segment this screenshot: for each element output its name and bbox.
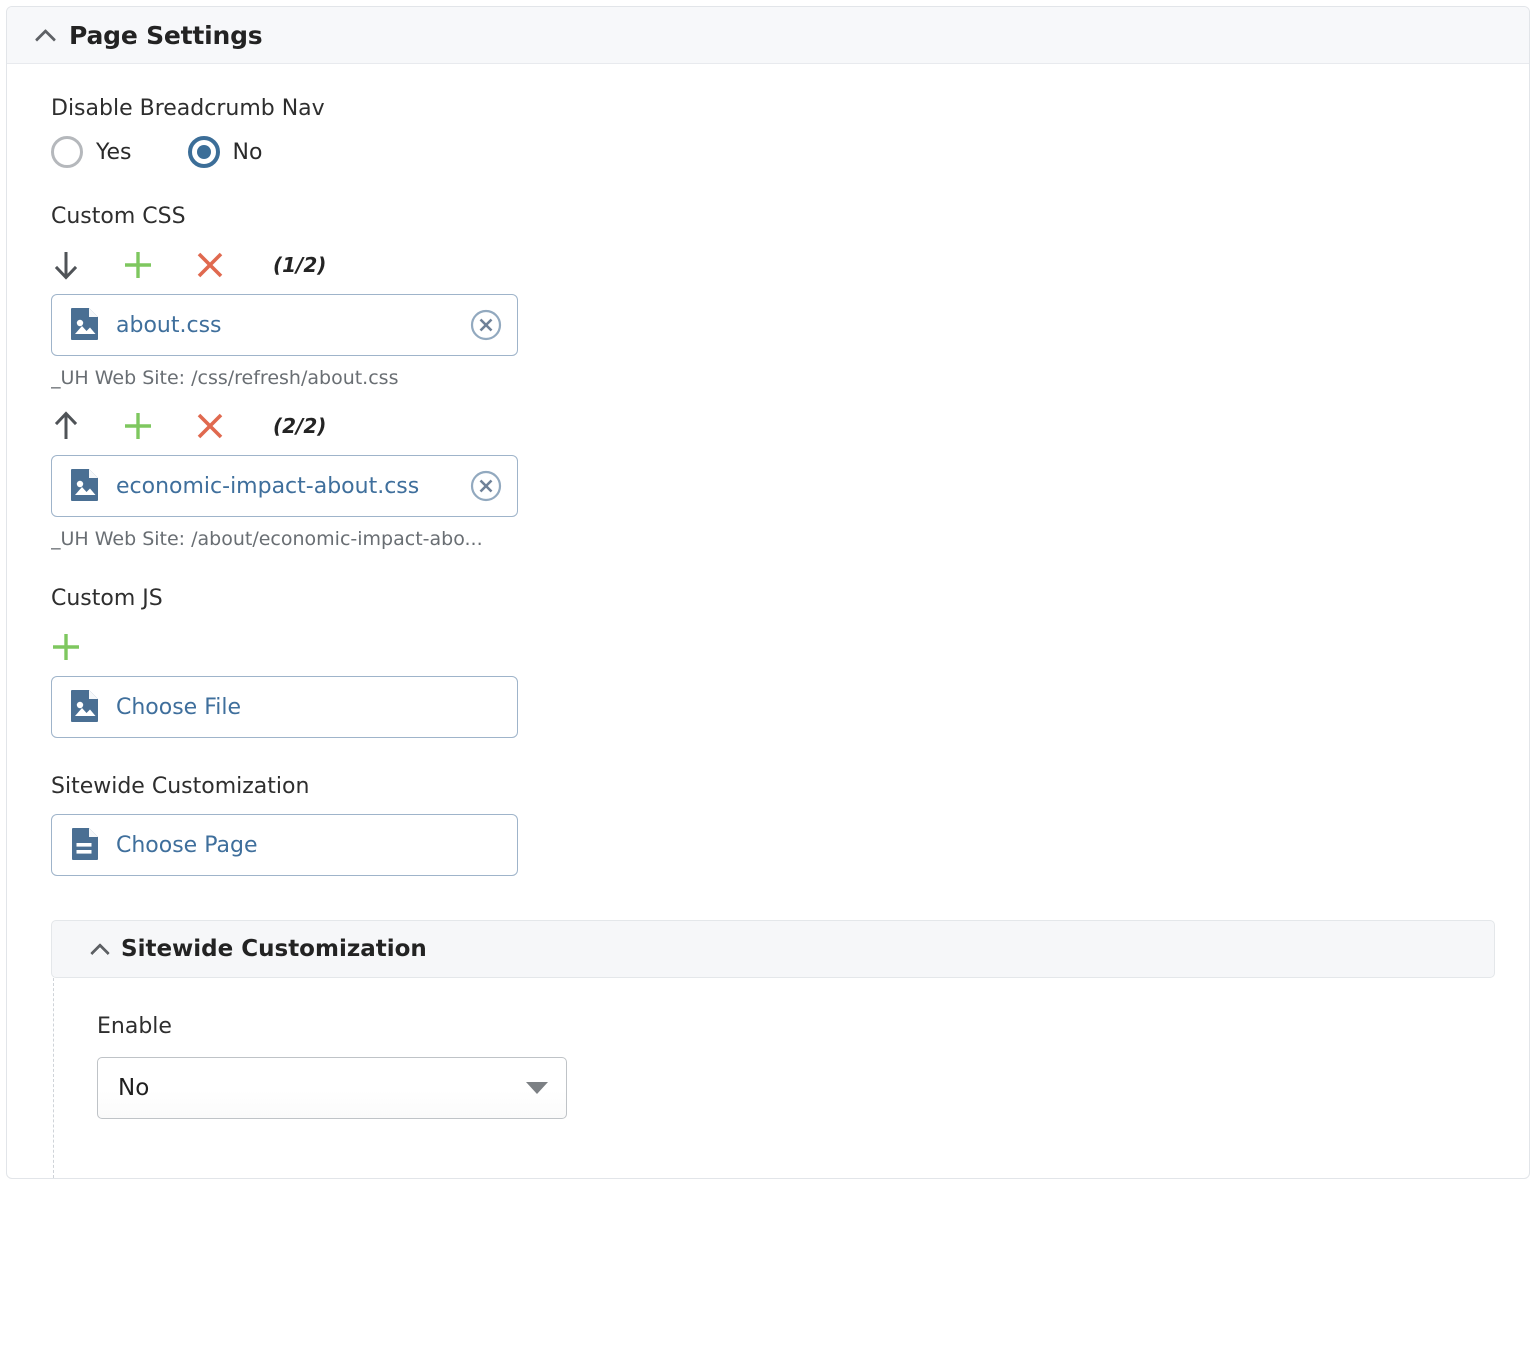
x-icon[interactable]: [195, 244, 241, 286]
plus-icon[interactable]: [51, 626, 97, 668]
arrow-up-icon[interactable]: [51, 405, 97, 447]
page-settings-header[interactable]: Page Settings: [7, 7, 1529, 64]
custom-js-choose-file-button[interactable]: Choose File: [51, 676, 518, 738]
sitewide-customization-panel: Sitewide Customization Enable No: [51, 920, 1495, 1178]
custom-css-field: Custom CSS (1/2) about.css _UH Web Site:…: [7, 206, 1529, 550]
disable-breadcrumb-nav-field: Disable Breadcrumb Nav Yes No: [7, 98, 1529, 168]
page-settings-body: Disable Breadcrumb Nav Yes No Custom CSS: [7, 64, 1529, 1178]
custom-css-help-2: _UH Web Site: /about/economic-impact-abo…: [51, 528, 483, 550]
custom-js-field: Custom JS Choose File: [7, 588, 1529, 738]
custom-css-file-name-2: economic-impact-about.css: [116, 473, 420, 499]
disable-breadcrumb-nav-label: Disable Breadcrumb Nav: [51, 96, 325, 121]
radio-yes-label: Yes: [96, 139, 132, 165]
radio-yes[interactable]: [51, 136, 83, 168]
custom-css-actions-1: (1/2): [51, 244, 1529, 286]
chevron-up-icon[interactable]: [90, 939, 110, 959]
enable-label: Enable: [97, 1014, 172, 1039]
custom-css-help-1: _UH Web Site: /css/refresh/about.css: [51, 367, 399, 389]
sitewide-customization-panel-body: Enable No: [53, 978, 1495, 1178]
plus-icon[interactable]: [123, 244, 169, 286]
sitewide-customization-panel-title: Sitewide Customization: [121, 936, 427, 962]
caret-down-icon[interactable]: [526, 1082, 548, 1094]
choose-page-button[interactable]: Choose Page: [51, 814, 518, 876]
radio-option-yes[interactable]: Yes: [51, 136, 132, 168]
radio-option-no[interactable]: No: [187, 136, 263, 168]
custom-css-file-name-1: about.css: [116, 312, 222, 338]
arrow-down-icon[interactable]: [51, 244, 97, 286]
custom-css-label: Custom CSS: [51, 204, 186, 229]
custom-css-counter-2: (2/2): [273, 414, 327, 438]
sitewide-customization-panel-header[interactable]: Sitewide Customization: [51, 920, 1495, 978]
radio-no-label: No: [232, 139, 263, 165]
custom-js-actions: [51, 626, 1529, 668]
clear-circle-icon[interactable]: [469, 308, 503, 342]
file-image-icon: [70, 307, 100, 344]
enable-select[interactable]: No: [97, 1057, 567, 1119]
choose-page-label: Choose Page: [116, 832, 258, 858]
x-icon[interactable]: [195, 405, 241, 447]
file-image-icon: [70, 468, 100, 505]
sitewide-customization-field: Sitewide Customization Choose Page: [7, 776, 1529, 876]
file-image-icon: [70, 689, 100, 726]
enable-select-value: No: [118, 1075, 150, 1101]
page-title: Page Settings: [69, 20, 263, 50]
sitewide-customization-label: Sitewide Customization: [51, 774, 310, 799]
custom-css-file-input-2[interactable]: economic-impact-about.css: [51, 455, 518, 517]
custom-js-label: Custom JS: [51, 586, 163, 611]
custom-css-counter-1: (1/2): [273, 253, 327, 277]
chevron-up-icon[interactable]: [35, 24, 57, 46]
disable-breadcrumb-nav-radio-group: Yes No: [51, 136, 1529, 168]
custom-js-choose-file-label: Choose File: [116, 694, 242, 720]
file-document-icon: [70, 827, 100, 864]
page-settings-panel: Page Settings Disable Breadcrumb Nav Yes…: [6, 6, 1530, 1179]
custom-css-actions-2: (2/2): [51, 405, 1529, 447]
clear-circle-icon[interactable]: [469, 469, 503, 503]
plus-icon[interactable]: [123, 405, 169, 447]
custom-css-file-input-1[interactable]: about.css: [51, 294, 518, 356]
radio-no[interactable]: [187, 136, 220, 168]
